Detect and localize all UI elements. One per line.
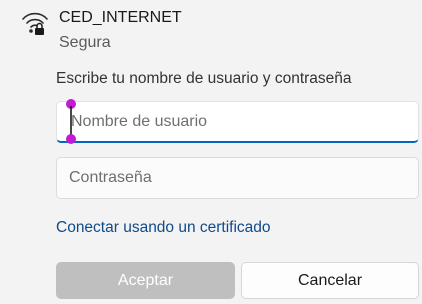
credentials-prompt: Escribe tu nombre de usuario y contraseñ… <box>56 70 352 87</box>
accept-button[interactable]: Aceptar <box>56 262 235 299</box>
connect-with-certificate-link[interactable]: Conectar usando un certificado <box>56 219 271 237</box>
network-name: CED_INTERNET <box>59 9 182 26</box>
password-field-container <box>56 157 419 199</box>
password-input[interactable] <box>57 158 418 198</box>
cancel-button[interactable]: Cancelar <box>241 262 419 299</box>
text-caret-handle[interactable] <box>65 98 77 146</box>
username-field-container <box>56 101 419 143</box>
network-security-status: Segura <box>59 34 111 51</box>
wifi-secured-icon <box>22 12 48 35</box>
username-input[interactable] <box>57 102 418 141</box>
